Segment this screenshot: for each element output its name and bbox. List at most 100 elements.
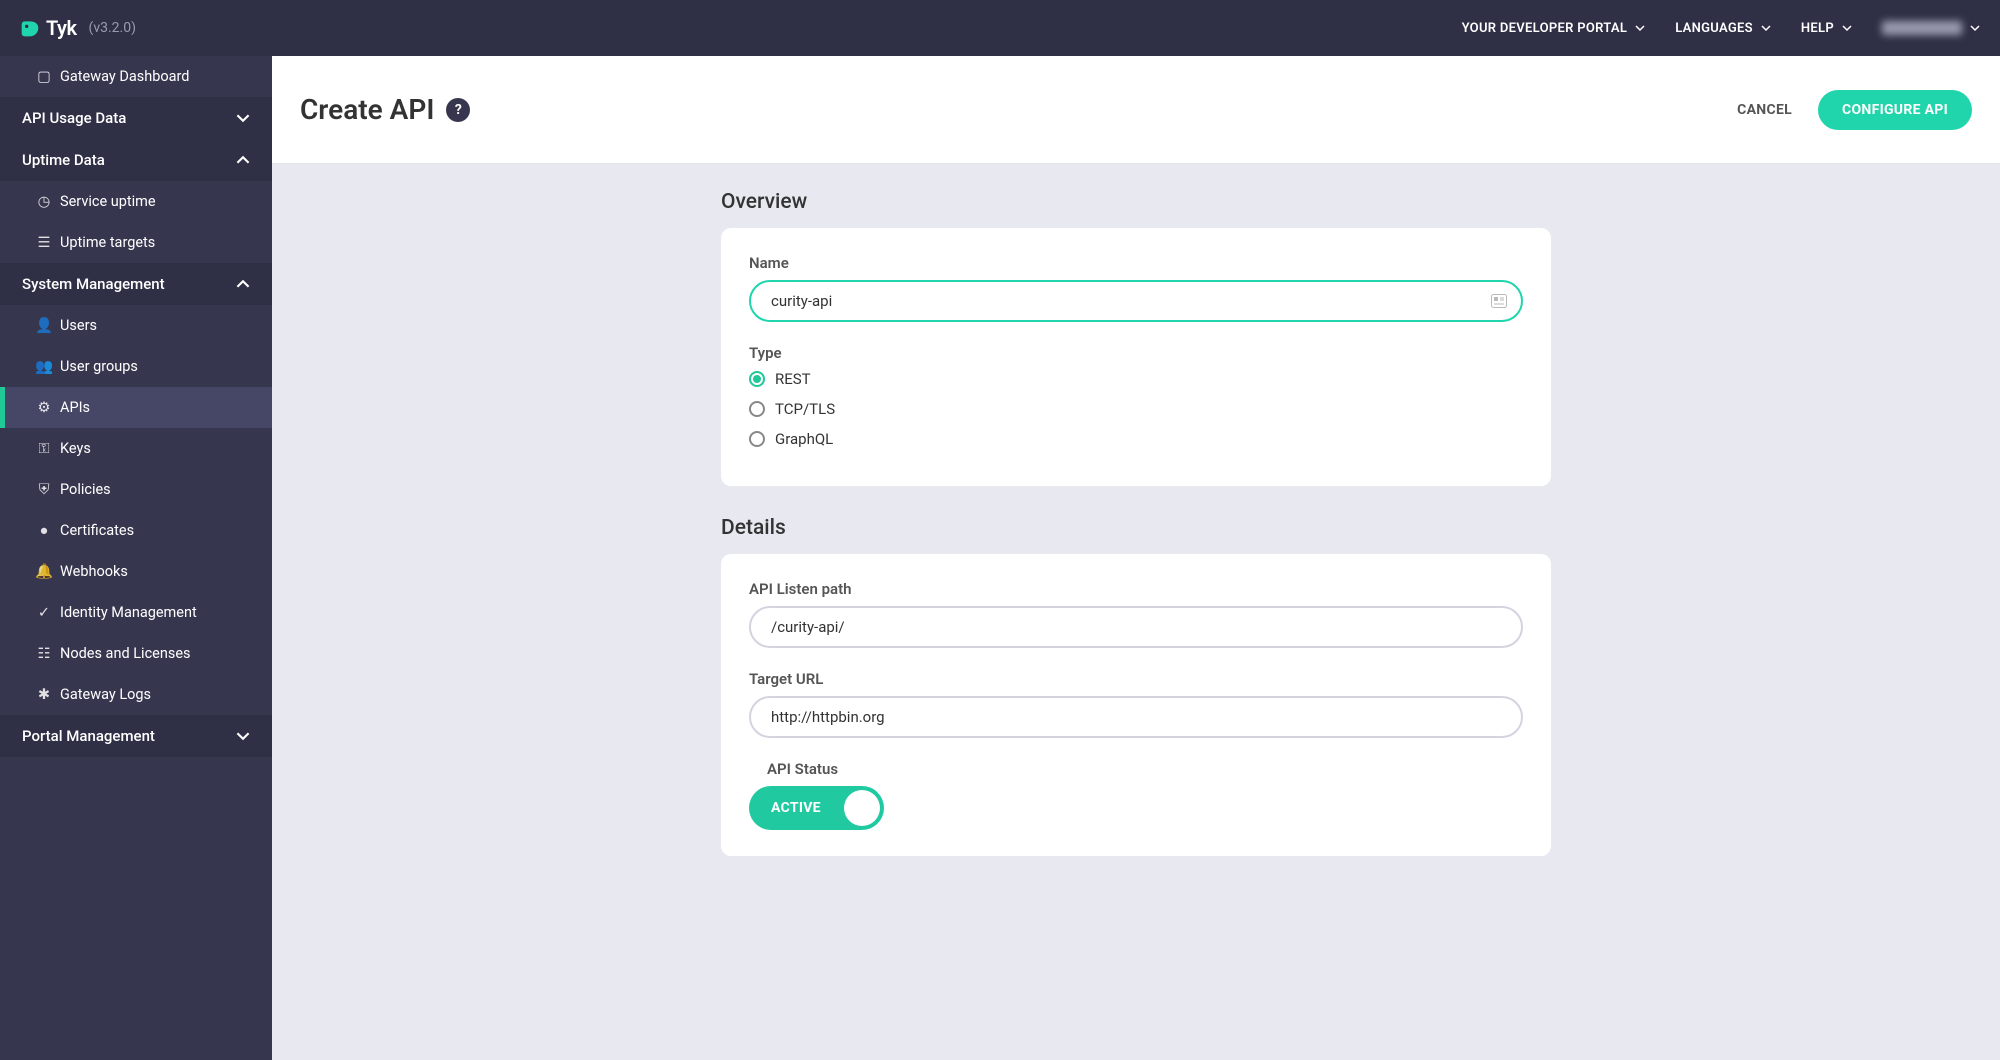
radio-icon <box>749 431 765 447</box>
label-type: Type <box>749 344 1523 362</box>
radio-graphql[interactable]: GraphQL <box>749 430 1523 448</box>
label-target-url: Target URL <box>749 670 1523 688</box>
chevron-down-icon <box>236 111 250 125</box>
sidebar-item-label: Gateway Logs <box>60 686 151 703</box>
top-bar: Tyk (v3.2.0) YOUR DEVELOPER PORTAL LANGU… <box>0 0 2000 56</box>
sidebar-item-label: Keys <box>60 440 91 457</box>
sidebar-item-users[interactable]: 👤 Users <box>0 305 272 346</box>
sidebar-item-label: Users <box>60 317 97 334</box>
sidebar-section-system-management[interactable]: System Management <box>0 263 272 305</box>
sidebar-item-label: Uptime Data <box>22 151 105 169</box>
sidebar-item-policies[interactable]: ⛨ Policies <box>0 469 272 510</box>
radio-label: REST <box>775 370 811 388</box>
sidebar-item-service-uptime[interactable]: ◷ Service uptime <box>0 181 272 222</box>
listen-path-input[interactable] <box>749 606 1523 648</box>
contact-card-icon <box>1491 294 1507 308</box>
sidebar-item-label: Uptime targets <box>60 234 155 251</box>
section-title-details: Details <box>721 516 1551 540</box>
sidebar-section-api-usage[interactable]: API Usage Data <box>0 97 272 139</box>
monitor-icon: ▢ <box>38 71 50 83</box>
page-title-text: Create API <box>300 93 434 126</box>
log-icon: ✱ <box>38 689 50 701</box>
radio-tcp-tls[interactable]: TCP/TLS <box>749 400 1523 418</box>
chevron-down-icon <box>1635 23 1645 33</box>
nav-help[interactable]: HELP <box>1801 21 1852 36</box>
sidebar-section-portal-management[interactable]: Portal Management <box>0 715 272 757</box>
target-url-input[interactable] <box>749 696 1523 738</box>
content-scroll: Overview Name Type REST <box>272 164 2000 1060</box>
nav-label: YOUR DEVELOPER PORTAL <box>1462 21 1628 36</box>
bell-icon: 🔔 <box>38 566 50 578</box>
sidebar-item-uptime-targets[interactable]: ☰ Uptime targets <box>0 222 272 263</box>
section-title-overview: Overview <box>721 190 1551 214</box>
card-overview: Name Type REST <box>721 228 1551 486</box>
sidebar-item-label: Policies <box>60 481 111 498</box>
nav-languages[interactable]: LANGUAGES <box>1675 21 1771 36</box>
toggle-knob <box>844 790 880 826</box>
certificate-icon: ● <box>38 525 50 537</box>
help-icon[interactable]: ? <box>446 98 470 122</box>
sidebar-item-label: Gateway Dashboard <box>60 68 189 85</box>
sidebar-item-identity-management[interactable]: ✓ Identity Management <box>0 592 272 633</box>
gauge-icon: ◷ <box>38 196 50 208</box>
page-title: Create API ? <box>300 93 470 126</box>
chevron-up-icon <box>236 277 250 291</box>
gear-icon: ⚙ <box>38 402 50 414</box>
sidebar-item-apis[interactable]: ⚙ APIs <box>0 387 272 428</box>
logo-text: Tyk <box>46 16 77 40</box>
chevron-down-icon <box>1761 23 1771 33</box>
check-icon: ✓ <box>38 607 50 619</box>
configure-api-button[interactable]: CONFIGURE API <box>1818 90 1972 130</box>
user-name-blurred <box>1882 21 1962 35</box>
sidebar-item-label: Identity Management <box>60 604 197 621</box>
header-actions: CANCEL CONFIGURE API <box>1737 90 1972 130</box>
sidebar-item-label: API Usage Data <box>22 109 126 127</box>
radio-icon <box>749 401 765 417</box>
api-status-toggle[interactable]: ACTIVE <box>749 786 884 830</box>
nav-label: LANGUAGES <box>1675 21 1753 36</box>
page-header: Create API ? CANCEL CONFIGURE API <box>272 56 2000 164</box>
user-icon: 👤 <box>38 320 50 332</box>
tyk-logo-icon <box>20 18 40 38</box>
shield-icon: ⛨ <box>38 484 50 496</box>
chevron-up-icon <box>236 153 250 167</box>
version-text: (v3.2.0) <box>89 20 136 36</box>
radio-icon <box>749 371 765 387</box>
sidebar-item-label: Service uptime <box>60 193 156 210</box>
sidebar-item-certificates[interactable]: ● Certificates <box>0 510 272 551</box>
sidebar-item-nodes-licenses[interactable]: ☷ Nodes and Licenses <box>0 633 272 674</box>
radio-label: GraphQL <box>775 430 833 448</box>
nav-label: HELP <box>1801 21 1834 36</box>
sidebar-item-label: System Management <box>22 275 165 293</box>
radio-rest[interactable]: REST <box>749 370 1523 388</box>
sidebar: ▢ Gateway Dashboard API Usage Data Uptim… <box>0 56 272 1060</box>
nav-developer-portal[interactable]: YOUR DEVELOPER PORTAL <box>1462 21 1646 36</box>
sidebar-item-label: User groups <box>60 358 138 375</box>
sidebar-item-label: Certificates <box>60 522 134 539</box>
sidebar-item-keys[interactable]: ⚿ Keys <box>0 428 272 469</box>
sidebar-item-gateway-dashboard[interactable]: ▢ Gateway Dashboard <box>0 56 272 97</box>
label-name: Name <box>749 254 1523 272</box>
toggle-text: ACTIVE <box>771 800 821 816</box>
sidebar-item-user-groups[interactable]: 👥 User groups <box>0 346 272 387</box>
name-input[interactable] <box>749 280 1523 322</box>
logo[interactable]: Tyk (v3.2.0) <box>20 16 136 40</box>
sidebar-item-label: Nodes and Licenses <box>60 645 191 662</box>
nav-user[interactable] <box>1882 21 1980 35</box>
key-icon: ⚿ <box>38 443 50 455</box>
label-listen-path: API Listen path <box>749 580 1523 598</box>
label-api-status: API Status <box>767 760 1523 778</box>
sidebar-item-gateway-logs[interactable]: ✱ Gateway Logs <box>0 674 272 715</box>
server-icon: ☷ <box>38 648 50 660</box>
sidebar-item-webhooks[interactable]: 🔔 Webhooks <box>0 551 272 592</box>
main-area: Create API ? CANCEL CONFIGURE API Overvi… <box>272 56 2000 1060</box>
sidebar-section-uptime-data[interactable]: Uptime Data <box>0 139 272 181</box>
topbar-right: YOUR DEVELOPER PORTAL LANGUAGES HELP <box>1462 21 1980 36</box>
card-details: API Listen path Target URL API Status AC… <box>721 554 1551 856</box>
chevron-down-icon <box>1970 23 1980 33</box>
sidebar-item-label: Webhooks <box>60 563 128 580</box>
radio-label: TCP/TLS <box>775 400 835 418</box>
chevron-down-icon <box>236 729 250 743</box>
cancel-button[interactable]: CANCEL <box>1737 102 1792 118</box>
list-icon: ☰ <box>38 237 50 249</box>
